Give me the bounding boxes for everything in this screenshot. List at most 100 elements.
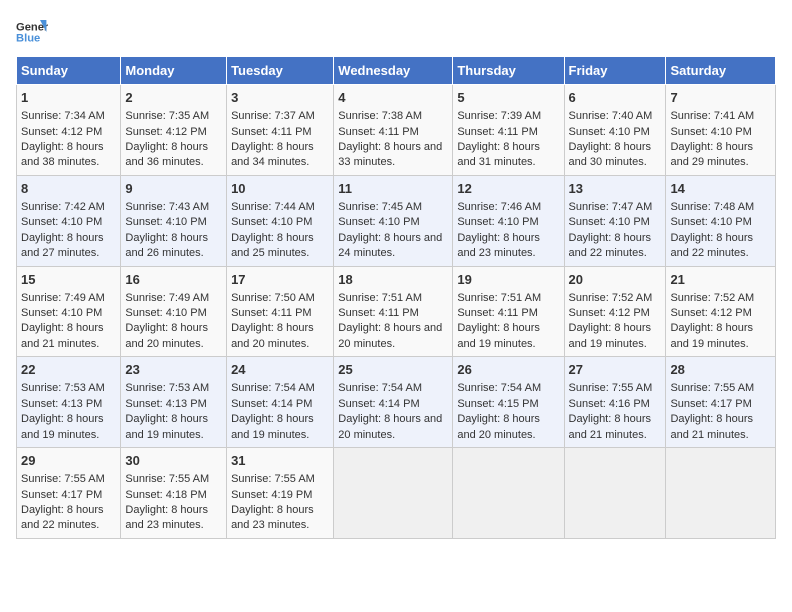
day-info: Sunrise: 7:52 AMSunset: 4:12 PMDaylight:…: [569, 292, 653, 350]
day-info: Sunrise: 7:53 AMSunset: 4:13 PMDaylight:…: [21, 382, 105, 440]
table-row: [666, 448, 776, 539]
day-info: Sunrise: 7:40 AMSunset: 4:10 PMDaylight:…: [569, 110, 653, 168]
day-info: Sunrise: 7:35 AMSunset: 4:12 PMDaylight:…: [125, 110, 209, 168]
calendar-header-saturday: Saturday: [666, 57, 776, 85]
table-row: 21 Sunrise: 7:52 AMSunset: 4:12 PMDayligh…: [666, 266, 776, 357]
day-number: 2: [125, 89, 222, 107]
day-info: Sunrise: 7:50 AMSunset: 4:11 PMDaylight:…: [231, 292, 315, 350]
day-info: Sunrise: 7:51 AMSunset: 4:11 PMDaylight:…: [457, 292, 541, 350]
table-row: 14 Sunrise: 7:48 AMSunset: 4:10 PMDayligh…: [666, 175, 776, 266]
table-row: 12 Sunrise: 7:46 AMSunset: 4:10 PMDayligh…: [453, 175, 564, 266]
day-info: Sunrise: 7:55 AMSunset: 4:19 PMDaylight:…: [231, 473, 315, 531]
day-number: 13: [569, 180, 662, 198]
table-row: 27 Sunrise: 7:55 AMSunset: 4:16 PMDayligh…: [564, 357, 666, 448]
table-row: 23Sunrise: 7:53 AMSunset: 4:13 PMDayligh…: [121, 357, 227, 448]
day-number: 26: [457, 361, 559, 379]
day-number: 31: [231, 452, 329, 470]
table-row: 7Sunrise: 7:41 AMSunset: 4:10 PMDaylight…: [666, 85, 776, 176]
day-number: 17: [231, 271, 329, 289]
table-row: 22 Sunrise: 7:53 AMSunset: 4:13 PMDayligh…: [17, 357, 121, 448]
table-row: 4 Sunrise: 7:38 AMSunset: 4:11 PMDaylight…: [334, 85, 453, 176]
day-info: Sunrise: 7:54 AMSunset: 4:14 PMDaylight:…: [231, 382, 315, 440]
day-info: Sunrise: 7:42 AMSunset: 4:10 PMDaylight:…: [21, 201, 105, 259]
day-number: 9: [125, 180, 222, 198]
calendar-week-4: 22 Sunrise: 7:53 AMSunset: 4:13 PMDayligh…: [17, 357, 776, 448]
day-number: 6: [569, 89, 662, 107]
table-row: 2 Sunrise: 7:35 AMSunset: 4:12 PMDaylight…: [121, 85, 227, 176]
day-info: Sunrise: 7:54 AMSunset: 4:14 PMDaylight:…: [338, 382, 442, 440]
table-row: 5Sunrise: 7:39 AMSunset: 4:11 PMDaylight…: [453, 85, 564, 176]
table-row: 11 Sunrise: 7:45 AMSunset: 4:10 PMDayligh…: [334, 175, 453, 266]
page-header: General Blue: [16, 16, 776, 48]
svg-text:Blue: Blue: [16, 33, 40, 45]
logo: General Blue: [16, 16, 48, 48]
table-row: 15Sunrise: 7:49 AMSunset: 4:10 PMDayligh…: [17, 266, 121, 357]
day-number: 12: [457, 180, 559, 198]
table-row: 31 Sunrise: 7:55 AMSunset: 4:19 PMDayligh…: [227, 448, 334, 539]
day-number: 3: [231, 89, 329, 107]
calendar-header-tuesday: Tuesday: [227, 57, 334, 85]
day-info: Sunrise: 7:45 AMSunset: 4:10 PMDaylight:…: [338, 201, 442, 259]
day-info: Sunrise: 7:55 AMSunset: 4:18 PMDaylight:…: [125, 473, 209, 531]
table-row: 10Sunrise: 7:44 AMSunset: 4:10 PMDayligh…: [227, 175, 334, 266]
calendar-header-wednesday: Wednesday: [334, 57, 453, 85]
day-info: Sunrise: 7:55 AMSunset: 4:16 PMDaylight:…: [569, 382, 653, 440]
day-info: Sunrise: 7:37 AMSunset: 4:11 PMDaylight:…: [231, 110, 315, 168]
day-info: Sunrise: 7:52 AMSunset: 4:12 PMDaylight:…: [670, 292, 754, 350]
day-number: 1: [21, 89, 116, 107]
table-row: [334, 448, 453, 539]
day-number: 21: [670, 271, 771, 289]
table-row: 29Sunrise: 7:55 AMSunset: 4:17 PMDayligh…: [17, 448, 121, 539]
day-info: Sunrise: 7:43 AMSunset: 4:10 PMDaylight:…: [125, 201, 209, 259]
day-number: 20: [569, 271, 662, 289]
day-number: 28: [670, 361, 771, 379]
table-row: 16 Sunrise: 7:49 AMSunset: 4:10 PMDayligh…: [121, 266, 227, 357]
calendar-header-row: SundayMondayTuesdayWednesdayThursdayFrid…: [17, 57, 776, 85]
day-info: Sunrise: 7:48 AMSunset: 4:10 PMDaylight:…: [670, 201, 754, 259]
table-row: [564, 448, 666, 539]
calendar-week-3: 15Sunrise: 7:49 AMSunset: 4:10 PMDayligh…: [17, 266, 776, 357]
day-number: 16: [125, 271, 222, 289]
day-info: Sunrise: 7:49 AMSunset: 4:10 PMDaylight:…: [125, 292, 209, 350]
day-number: 25: [338, 361, 448, 379]
day-number: 14: [670, 180, 771, 198]
table-row: 30Sunrise: 7:55 AMSunset: 4:18 PMDayligh…: [121, 448, 227, 539]
calendar-table: SundayMondayTuesdayWednesdayThursdayFrid…: [16, 56, 776, 539]
day-number: 7: [670, 89, 771, 107]
day-number: 29: [21, 452, 116, 470]
calendar-header-sunday: Sunday: [17, 57, 121, 85]
day-number: 11: [338, 180, 448, 198]
calendar-week-5: 29Sunrise: 7:55 AMSunset: 4:17 PMDayligh…: [17, 448, 776, 539]
day-info: Sunrise: 7:55 AMSunset: 4:17 PMDaylight:…: [670, 382, 754, 440]
day-number: 8: [21, 180, 116, 198]
day-info: Sunrise: 7:46 AMSunset: 4:10 PMDaylight:…: [457, 201, 541, 259]
day-number: 27: [569, 361, 662, 379]
table-row: 24 Sunrise: 7:54 AMSunset: 4:14 PMDayligh…: [227, 357, 334, 448]
table-row: 25 Sunrise: 7:54 AMSunset: 4:14 PMDayligh…: [334, 357, 453, 448]
table-row: 19Sunrise: 7:51 AMSunset: 4:11 PMDayligh…: [453, 266, 564, 357]
day-number: 24: [231, 361, 329, 379]
day-info: Sunrise: 7:51 AMSunset: 4:11 PMDaylight:…: [338, 292, 442, 350]
table-row: 18Sunrise: 7:51 AMSunset: 4:11 PMDayligh…: [334, 266, 453, 357]
day-number: 4: [338, 89, 448, 107]
table-row: 13Sunrise: 7:47 AMSunset: 4:10 PMDayligh…: [564, 175, 666, 266]
table-row: 26 Sunrise: 7:54 AMSunset: 4:15 PMDayligh…: [453, 357, 564, 448]
table-row: 3 Sunrise: 7:37 AMSunset: 4:11 PMDaylight…: [227, 85, 334, 176]
table-row: 17 Sunrise: 7:50 AMSunset: 4:11 PMDayligh…: [227, 266, 334, 357]
table-row: 20 Sunrise: 7:52 AMSunset: 4:12 PMDayligh…: [564, 266, 666, 357]
day-info: Sunrise: 7:49 AMSunset: 4:10 PMDaylight:…: [21, 292, 105, 350]
day-info: Sunrise: 7:53 AMSunset: 4:13 PMDaylight:…: [125, 382, 209, 440]
table-row: 1Sunrise: 7:34 AMSunset: 4:12 PMDaylight…: [17, 85, 121, 176]
table-row: 6 Sunrise: 7:40 AMSunset: 4:10 PMDaylight…: [564, 85, 666, 176]
day-info: Sunrise: 7:44 AMSunset: 4:10 PMDaylight:…: [231, 201, 315, 259]
table-row: 8 Sunrise: 7:42 AMSunset: 4:10 PMDaylight…: [17, 175, 121, 266]
day-info: Sunrise: 7:38 AMSunset: 4:11 PMDaylight:…: [338, 110, 442, 168]
calendar-week-1: 1Sunrise: 7:34 AMSunset: 4:12 PMDaylight…: [17, 85, 776, 176]
day-number: 22: [21, 361, 116, 379]
calendar-week-2: 8 Sunrise: 7:42 AMSunset: 4:10 PMDaylight…: [17, 175, 776, 266]
day-number: 5: [457, 89, 559, 107]
table-row: 9 Sunrise: 7:43 AMSunset: 4:10 PMDaylight…: [121, 175, 227, 266]
table-row: [453, 448, 564, 539]
calendar-header-monday: Monday: [121, 57, 227, 85]
day-info: Sunrise: 7:54 AMSunset: 4:15 PMDaylight:…: [457, 382, 541, 440]
